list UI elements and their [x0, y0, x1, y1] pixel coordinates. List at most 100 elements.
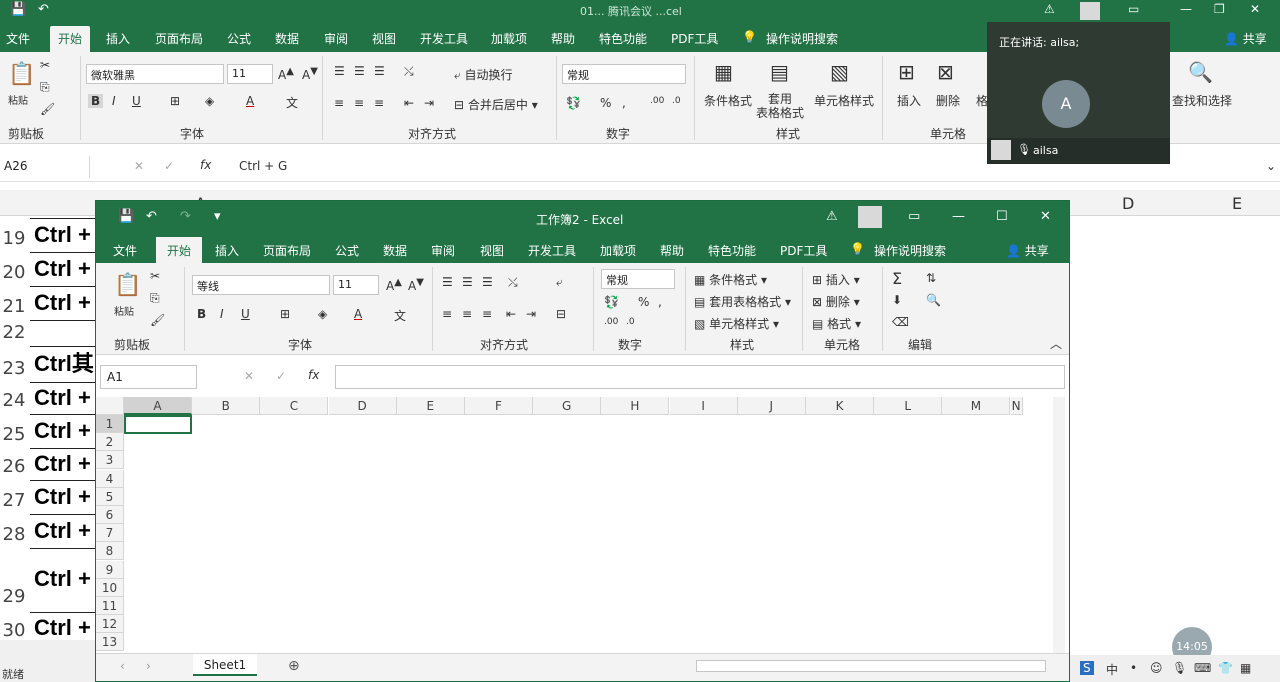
column-header[interactable]: G [533, 397, 602, 415]
percent-icon[interactable]: % [600, 96, 611, 110]
ime-mode[interactable]: 中 [1106, 661, 1118, 678]
insert-cells-button[interactable]: 插入 [897, 92, 921, 109]
outer-share-button[interactable]: 👤 共享 [1224, 30, 1267, 47]
align-top-icon[interactable]: ☰ [334, 64, 345, 78]
tab-features[interactable]: 特色功能 [708, 242, 756, 259]
shortcut-cell[interactable] [30, 320, 98, 344]
row-header[interactable]: 8 [96, 542, 124, 561]
inner-formula-input[interactable] [335, 365, 1065, 389]
user-icon[interactable] [858, 206, 882, 228]
font-name-select[interactable]: 等线 [192, 275, 330, 295]
find-select-button[interactable]: 查找和选择 [1172, 92, 1232, 109]
column-header[interactable]: N [1010, 397, 1023, 415]
sort-filter-icon[interactable]: ⇅ [926, 271, 936, 285]
tab-pdf-tools[interactable]: PDF工具 [780, 242, 827, 259]
increase-indent-icon[interactable]: ⇥ [526, 307, 536, 321]
decrease-indent-icon[interactable]: ⇤ [506, 307, 516, 321]
tab-addins[interactable]: 加载项 [491, 30, 527, 47]
column-header[interactable]: M [942, 397, 1011, 415]
align-middle-icon[interactable]: ☰ [462, 275, 473, 289]
tab-page-layout[interactable]: 页面布局 [155, 30, 203, 47]
delete-cells-button[interactable]: 删除 [936, 92, 960, 109]
conditional-format-button[interactable]: ▦ 条件格式 ▾ [694, 271, 767, 288]
shortcut-cell[interactable]: Ctrl + [30, 382, 98, 412]
shortcut-cell[interactable]: Ctrl + [30, 514, 98, 546]
align-left-icon[interactable]: ≡ [442, 307, 452, 321]
active-cell-a1[interactable] [124, 415, 192, 434]
shortcut-cell[interactable]: Ctrl其 [30, 346, 98, 380]
horizontal-scrollbar[interactable] [696, 660, 1046, 672]
tell-me-search[interactable]: 操作说明搜索 [874, 242, 946, 259]
fill-color-icon[interactable]: ◈ [318, 307, 327, 321]
shortcut-cell[interactable]: Ctrl + [30, 448, 98, 478]
orientation-icon[interactable]: ⤯ [508, 275, 518, 290]
row-header[interactable]: 24 [0, 390, 28, 411]
column-header[interactable]: B [192, 397, 261, 415]
cut-icon[interactable]: ✂ [150, 269, 160, 283]
formula-expand-icon[interactable]: ⌄ [1266, 159, 1276, 173]
currency-icon[interactable]: 💱 [566, 96, 581, 110]
fill-color-icon[interactable]: ◈ [205, 94, 214, 108]
outer-formula-input[interactable]: Ctrl + G [239, 159, 287, 173]
minimize-icon[interactable]: — [952, 209, 965, 224]
ribbon-display-icon[interactable]: ▭ [908, 209, 920, 224]
enter-icon[interactable]: ✓ [276, 369, 286, 383]
bold-icon[interactable]: B [197, 307, 206, 321]
find-icon[interactable]: 🔍 [1188, 60, 1213, 84]
row-header[interactable]: 9 [96, 560, 124, 579]
row-header[interactable]: 21 [0, 296, 28, 317]
user-icon[interactable] [1080, 2, 1100, 20]
tab-view[interactable]: 视图 [480, 242, 504, 259]
collapse-ribbon-icon[interactable]: ︿ [1050, 335, 1062, 352]
row-header[interactable]: 2 [96, 433, 124, 452]
align-bottom-icon[interactable]: ☰ [374, 64, 385, 78]
orientation-icon[interactable]: ⤯ [404, 64, 414, 79]
cut-icon[interactable]: ✂ [40, 58, 50, 72]
row-header[interactable]: 22 [0, 322, 28, 343]
shortcut-cell[interactable]: Ctrl + [30, 480, 98, 512]
column-header[interactable]: C [260, 397, 329, 415]
save-icon[interactable]: 💾 [10, 2, 26, 17]
row-header[interactable]: 6 [96, 506, 124, 524]
select-all-corner[interactable] [96, 397, 124, 415]
inner-share-button[interactable]: 👤 共享 [1006, 242, 1049, 259]
tell-me-search[interactable]: 操作说明搜索 [766, 30, 838, 47]
tab-data[interactable]: 数据 [383, 242, 407, 259]
delete-cells-icon[interactable]: ⊠ [937, 60, 954, 84]
conditional-format-icon[interactable]: ▦ [714, 60, 733, 84]
conditional-format-button[interactable]: 条件格式 [704, 92, 752, 109]
tab-view[interactable]: 视图 [372, 30, 396, 47]
sogou-icon[interactable]: S [1080, 661, 1094, 675]
enter-icon[interactable]: ✓ [164, 159, 174, 173]
row-header[interactable]: 11 [96, 597, 124, 615]
align-left-icon[interactable]: ≡ [334, 96, 344, 110]
shortcut-cell[interactable]: Ctrl + [30, 218, 98, 250]
column-header[interactable]: K [806, 397, 874, 415]
paste-label[interactable]: 粘贴 [114, 303, 134, 318]
border-icon[interactable]: ⊞ [280, 307, 290, 321]
microphone-icon[interactable]: 🎙 [1017, 143, 1031, 156]
shortcut-cell[interactable]: Ctrl + [30, 414, 98, 446]
increase-indent-icon[interactable]: ⇥ [424, 96, 434, 110]
prev-sheet-icon[interactable]: ‹ [120, 659, 125, 673]
merge-center-button[interactable]: ⊟ 合并后居中 ▾ [454, 96, 538, 113]
tab-formulas[interactable]: 公式 [335, 242, 359, 259]
format-cells-button[interactable]: ▤ 格式 ▾ [812, 315, 861, 332]
column-header[interactable]: I [669, 397, 738, 415]
font-size-select[interactable]: 11 [333, 275, 379, 295]
row-header[interactable]: 28 [0, 524, 28, 545]
format-painter-icon[interactable]: 🖌 [150, 313, 165, 327]
undo-icon[interactable]: ↶ [146, 209, 157, 224]
tab-home[interactable]: 开始 [156, 237, 203, 263]
table-format-button[interactable]: 套用 表格格式 [756, 92, 804, 120]
row-header[interactable]: 30 [0, 620, 28, 641]
minimize-icon[interactable]: — [1180, 2, 1192, 16]
row-header[interactable]: 25 [0, 424, 28, 445]
font-name-select[interactable]: 微软雅黑 [86, 64, 224, 84]
row-header[interactable]: 10 [96, 578, 124, 597]
column-header[interactable]: A [124, 397, 192, 415]
row-header[interactable]: 27 [0, 490, 28, 511]
tab-data[interactable]: 数据 [275, 30, 299, 47]
row-header[interactable]: 1 [96, 415, 124, 433]
increase-decimal-icon[interactable]: .00 [604, 317, 618, 327]
